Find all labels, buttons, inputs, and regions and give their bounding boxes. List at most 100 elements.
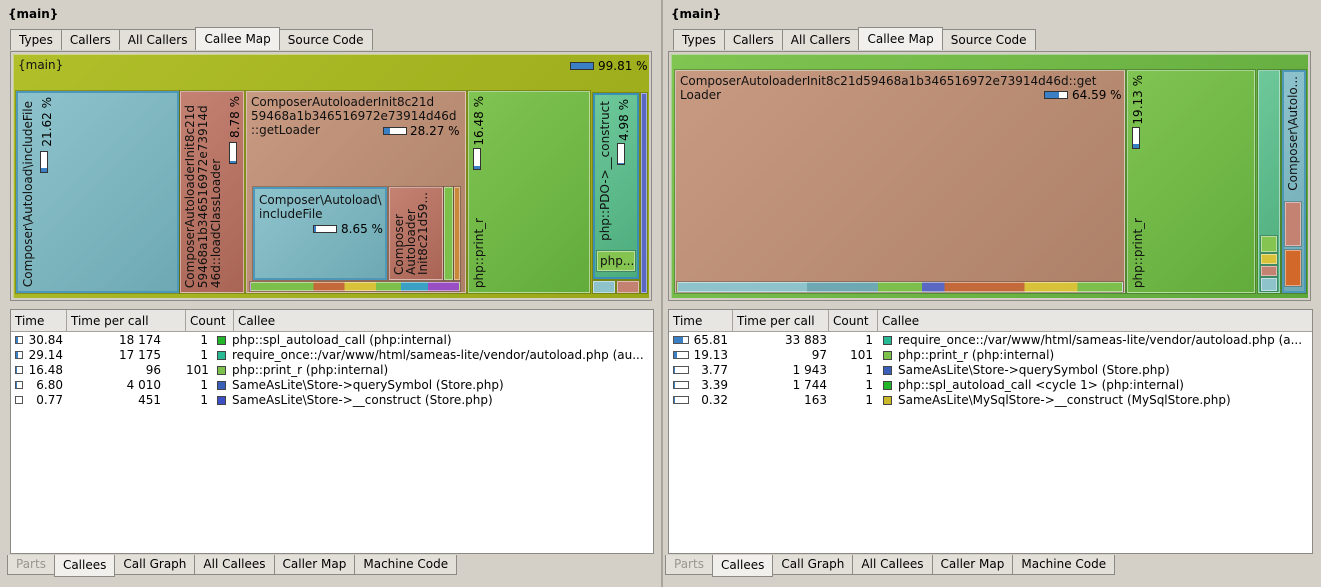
tab-callees[interactable]: Callees	[53, 555, 116, 577]
callee-color-swatch	[217, 381, 226, 390]
count-cell: 1	[865, 378, 873, 392]
treemap-cell-tiny[interactable]	[640, 92, 648, 294]
column-header-time[interactable]: Time	[11, 310, 67, 331]
callee-color-swatch	[217, 366, 226, 375]
treemap-cell-tiny[interactable]	[453, 186, 461, 281]
time-per-call-cell: 1 744	[792, 378, 827, 392]
treemap-cell-includefile[interactable]: Composer\Autoload\includeFile 21.62 %	[15, 90, 180, 294]
count-cell: 1	[865, 393, 873, 407]
treemap-cell-getloader[interactable]: ComposerAutoloaderInit8c21d59468a1b34651…	[674, 69, 1126, 294]
tab-source-code[interactable]: Source Code	[941, 29, 1036, 50]
cell-label: php::PDO->__construct	[598, 101, 612, 241]
table-row[interactable]: 3.77 1 943 1 SameAsLite\Store->querySymbol …	[669, 363, 1312, 378]
treemap-cell-loadclassloader[interactable]: ComposerAutoloaderInit8c21d 59468a1b3465…	[179, 90, 245, 294]
panel-title: {main}	[8, 7, 59, 21]
column-header-time-per-call[interactable]: Time per call	[67, 310, 186, 331]
time-per-call-cell: 163	[804, 393, 827, 407]
tab-callee-map[interactable]: Callee Map	[858, 27, 943, 50]
table-row[interactable]: 0.77 451 1 SameAsLite\Store->__construct (S…	[11, 393, 653, 408]
tab-callers[interactable]: Callers	[60, 29, 120, 50]
table-row[interactable]: 65.81 33 883 1 require_once::/var/www/html/…	[669, 333, 1312, 348]
column-header-time-per-call[interactable]: Time per call	[733, 310, 829, 331]
treemap-cell-tiny[interactable]	[1284, 249, 1302, 287]
column-header-callee[interactable]: Callee	[878, 310, 1312, 331]
treemap-cell-tiny[interactable]	[616, 280, 640, 294]
treemap-cell-php-small[interactable]: php...	[596, 250, 636, 272]
tab-machine-code[interactable]: Machine Code	[354, 555, 458, 575]
bottom-tab-bar: Parts Callees Call Graph All Callees Cal…	[7, 555, 458, 577]
time-per-call-cell: 17 175	[119, 348, 161, 362]
callee-name-cell: require_once::/var/www/html/sameas-lite/…	[898, 333, 1303, 347]
treemap-cell-tiny[interactable]	[1260, 235, 1278, 253]
tab-all-callers[interactable]: All Callers	[781, 29, 860, 50]
top-tab-bar: Types Callers All Callers Callee Map Sou…	[673, 27, 1036, 50]
tab-call-graph[interactable]: Call Graph	[772, 555, 854, 575]
table-row[interactable]: 30.84 18 174 1 php::spl_autoload_call (php:…	[11, 333, 653, 348]
panel-title: {main}	[671, 7, 722, 21]
time-per-call-cell: 96	[145, 363, 161, 377]
treemap-cell-strip[interactable]	[249, 281, 461, 292]
time-cell: 19.13	[693, 348, 728, 362]
cell-cost-bar	[40, 151, 48, 173]
column-header-count[interactable]: Count	[186, 310, 234, 331]
treemap-cell-includefile-nested[interactable]: Composer\Autoload\ includeFile 8.65 %	[252, 186, 388, 281]
callee-list: Time Time per call Count Callee 30.84 18 …	[10, 309, 654, 554]
callee-name-cell: SameAsLite\Store->querySymbol (Store.php…	[898, 363, 1170, 377]
tab-types[interactable]: Types	[10, 29, 62, 50]
table-row[interactable]: 16.48 96 101 php::print_r (php:internal)	[11, 363, 653, 378]
callee-name-cell: SameAsLite\Store->querySymbol (Store.php…	[232, 378, 504, 392]
count-cell: 1	[865, 333, 873, 347]
time-cell: 30.84	[28, 333, 63, 347]
callee-color-swatch	[883, 396, 892, 405]
tab-callees[interactable]: Callees	[711, 555, 774, 577]
tab-parts: Parts	[7, 555, 55, 575]
treemap-cell-print-r[interactable]: php::print_r 16.48 %	[467, 90, 591, 294]
treemap-cell-tiny[interactable]	[1260, 265, 1278, 277]
time-cell: 29.14	[28, 348, 63, 362]
treemap-cell-print-r[interactable]: php::print_r 19.13 %	[1126, 69, 1256, 294]
column-header-callee[interactable]: Callee	[234, 310, 653, 331]
table-row[interactable]: 19.13 97 101 php::print_r (php:internal)	[669, 348, 1312, 363]
treemap-cell-tiny[interactable]	[1260, 277, 1278, 292]
callee-color-swatch	[217, 336, 226, 345]
table-row[interactable]: 3.39 1 744 1 php::spl_autoload_call <cycle …	[669, 378, 1312, 393]
treemap-cell-tiny[interactable]	[1284, 201, 1302, 247]
cell-percentage: 64.59 %	[1072, 88, 1122, 102]
cell-cost-bar	[383, 127, 407, 135]
treemap-cell-strip[interactable]	[676, 281, 1124, 293]
callee-color-swatch	[883, 336, 892, 345]
table-row[interactable]: 29.14 17 175 1 require_once::/var/www/html/…	[11, 348, 653, 363]
tab-caller-map[interactable]: Caller Map	[931, 555, 1014, 575]
cell-label: Composer Autoloader Init8c21d59...	[392, 191, 430, 275]
cell-cost-bar	[1044, 91, 1068, 99]
tab-all-callees[interactable]: All Callees	[194, 555, 275, 575]
cell-label: php...	[600, 254, 635, 268]
treemap-cell-tiny[interactable]	[592, 280, 616, 294]
time-per-call-cell: 97	[811, 348, 827, 362]
table-row[interactable]: 6.80 4 010 1 SameAsLite\Store->querySymbol …	[11, 378, 653, 393]
time-cost-bar	[15, 381, 23, 389]
column-header-count[interactable]: Count	[829, 310, 878, 331]
tab-callers[interactable]: Callers	[723, 29, 783, 50]
tab-callee-map[interactable]: Callee Map	[195, 27, 280, 50]
tab-all-callers[interactable]: All Callers	[118, 29, 197, 50]
column-header-time[interactable]: Time	[669, 310, 733, 331]
treemap-cell-pdo-construct[interactable]: php::PDO->__construct 4.98 % php...	[592, 92, 640, 280]
tab-machine-code[interactable]: Machine Code	[1012, 555, 1116, 575]
tab-source-code[interactable]: Source Code	[278, 29, 373, 50]
cell-percentage: 28.27 %	[410, 124, 460, 138]
tab-caller-map[interactable]: Caller Map	[273, 555, 356, 575]
time-per-call-cell: 33 883	[785, 333, 827, 347]
time-cell: 16.48	[28, 363, 63, 377]
list-header: Time Time per call Count Callee	[669, 310, 1312, 332]
treemap-cell-autoloader-small[interactable]: Composer Autoloader Init8c21d59...	[388, 186, 444, 281]
tab-all-callees[interactable]: All Callees	[852, 555, 933, 575]
treemap-cell-tiny[interactable]	[443, 186, 454, 281]
callee-name-cell: php::print_r (php:internal)	[232, 363, 389, 377]
tab-types[interactable]: Types	[673, 29, 725, 50]
cell-cost-bar	[617, 143, 625, 165]
callee-name-cell: SameAsLite\MySqlStore->__construct (MySq…	[898, 393, 1231, 407]
treemap-cell-tiny[interactable]	[1260, 253, 1278, 265]
table-row[interactable]: 0.32 163 1 SameAsLite\MySqlStore->__constru…	[669, 393, 1312, 408]
tab-call-graph[interactable]: Call Graph	[114, 555, 196, 575]
